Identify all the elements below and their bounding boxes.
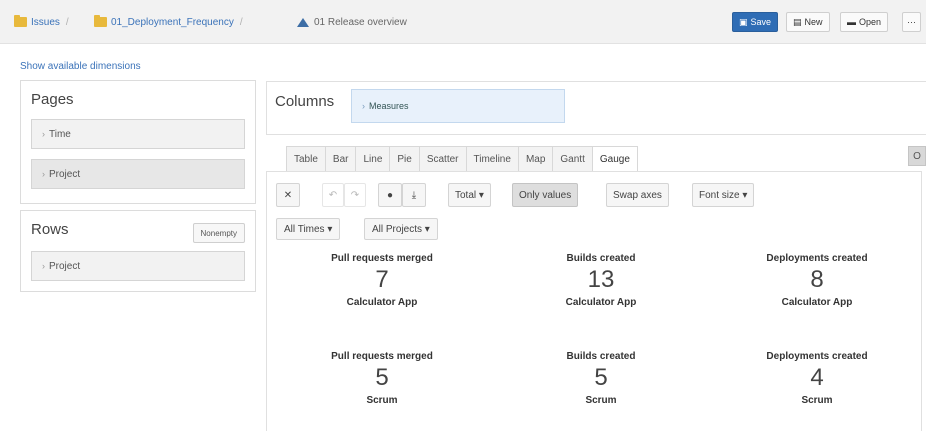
gauge-measure-label: Builds created [566,253,636,264]
all-projects-filter[interactable]: All Projects ▾ [364,218,438,240]
report-icon [296,17,310,27]
open-folder-icon: ▬ [847,17,856,27]
chevron-right-icon: › [42,169,45,179]
tab-pie[interactable]: Pie [389,146,419,172]
font-size-dropdown[interactable]: Font size ▾ [692,183,755,207]
gauge-value: 8 [810,266,824,293]
top-bar: Issues / 01_Deployment_Frequency / 01 Re… [0,0,926,44]
comment-button[interactable]: ● [378,183,402,207]
save-icon: ▣ [739,16,748,27]
gauge-value: 5 [594,364,608,391]
only-values-toggle[interactable]: Only values [512,183,579,207]
rows-item-project[interactable]: › Project [31,251,245,281]
save-button[interactable]: ▣ Save [732,12,779,32]
undo-button[interactable]: ↶ [322,183,344,207]
gauge-member-label: Calculator App [565,297,637,308]
export-button[interactable]: ⤓ [402,183,426,207]
gauge-item: Pull requests merged 5 Scrum [292,351,472,406]
folder-icon [94,15,107,27]
tab-scatter[interactable]: Scatter [418,146,466,172]
rows-title: Rows [31,221,69,238]
breadcrumb-item-release-overview: 01 Release overview [296,14,407,30]
tab-timeline[interactable]: Timeline [465,146,518,172]
gauge-value: 5 [375,364,389,391]
gauge-member-label: Scrum [366,395,398,406]
all-times-filter[interactable]: All Times ▾ [276,218,341,240]
new-button[interactable]: ▤ New [786,12,830,32]
gauge-member-label: Calculator App [781,297,853,308]
folder-icon [14,15,27,27]
swap-axes-button[interactable]: Swap axes [606,183,669,207]
open-button[interactable]: ▬ Open [840,12,889,32]
remove-button[interactable]: ✕ [276,183,300,207]
columns-item-measures[interactable]: › Measures [351,89,565,123]
chart-type-tabs: Table Bar Line Pie Scatter Timeline Map … [286,146,638,172]
more-button[interactable]: ··· [902,12,921,32]
gauge-value: 4 [810,364,824,391]
gauge-item: Builds created 13 Calculator App [511,253,691,308]
tab-table[interactable]: Table [286,146,325,172]
redo-icon: ↷ [350,189,360,201]
gauge-measure-label: Pull requests merged [331,351,433,362]
undo-icon: ↶ [328,189,338,201]
gauge-item: Deployments created 4 Scrum [727,351,907,406]
gauge-item: Deployments created 8 Calculator App [727,253,907,308]
chevron-right-icon: › [42,129,45,139]
columns-panel: Columns › Measures [266,81,926,135]
total-dropdown[interactable]: Total ▾ [448,183,491,207]
pages-panel: Pages › Time › Project [20,80,256,204]
pages-item-project[interactable]: › Project [31,159,245,189]
gauge-member-label: Scrum [585,395,617,406]
tab-bar[interactable]: Bar [324,146,356,172]
gauge-member-label: Scrum [801,395,833,406]
close-icon: ✕ [283,189,293,201]
tab-gauge[interactable]: Gauge [591,146,638,172]
breadcrumb-item-issues[interactable]: Issues / [14,14,75,30]
tab-overflow-button[interactable]: O [908,146,926,166]
gauge-item: Builds created 5 Scrum [511,351,691,406]
gauge-measure-label: Builds created [566,351,636,362]
show-available-dimensions-link[interactable]: Show available dimensions [20,61,141,72]
tab-map[interactable]: Map [517,146,553,172]
breadcrumb-label: 01 Release overview [314,16,407,28]
gauge-measure-label: Pull requests merged [331,253,433,264]
comment-icon: ● [386,189,394,201]
pages-item-time[interactable]: › Time [31,119,245,149]
redo-button[interactable]: ↷ [344,183,366,207]
gauge-member-label: Calculator App [346,297,418,308]
breadcrumb-label: Issues [31,16,60,28]
gauge-value: 7 [375,266,389,293]
nonempty-button[interactable]: Nonempty [192,223,245,243]
chevron-right-icon: › [362,101,365,111]
tab-line[interactable]: Line [355,146,390,172]
gauge-value: 13 [587,266,615,293]
breadcrumb-label: 01_Deployment_Frequency [111,16,234,28]
gauge-measure-label: Deployments created [766,253,868,264]
download-icon: ⤓ [411,189,417,201]
columns-title: Columns [275,93,335,110]
new-file-icon: ▤ [793,16,802,27]
gauge-item: Pull requests merged 7 Calculator App [292,253,472,308]
pages-title: Pages [31,91,74,108]
chevron-right-icon: › [42,261,45,271]
tab-gantt[interactable]: Gantt [552,146,592,172]
breadcrumb-item-deployment-frequency[interactable]: 01_Deployment_Frequency / [94,14,249,30]
rows-panel: Rows Nonempty › Project [20,210,256,292]
gauge-measure-label: Deployments created [766,351,868,362]
